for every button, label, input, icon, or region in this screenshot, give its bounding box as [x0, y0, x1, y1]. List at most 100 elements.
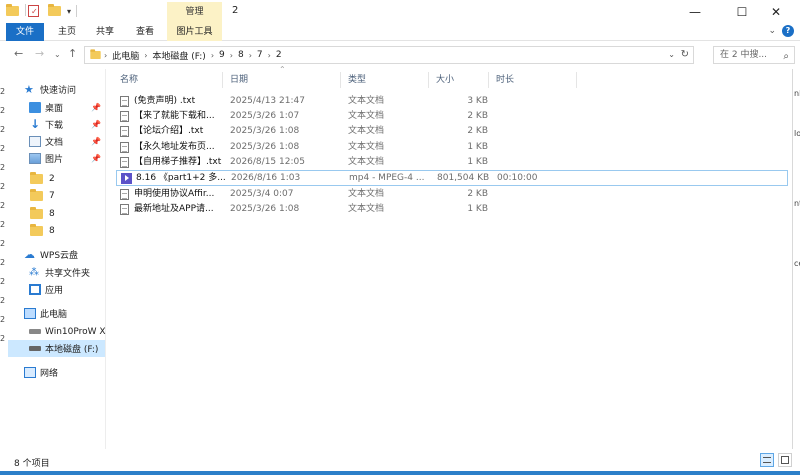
nav-item-local-disk-f[interactable]: 本地磁盘 (F:) — [8, 340, 105, 357]
tab-view[interactable]: 查看 — [130, 23, 160, 41]
tab-home[interactable]: 主页 — [52, 23, 82, 41]
navigation-pane: ★ 快速访问 桌面 📌 ↓ 下载 📌 文档 📌 图片 📌 2 7 8 8 ☁ W… — [8, 69, 106, 449]
ribbon-tabs: 文件 主页 共享 查看 图片工具 ⌄ ? — [0, 23, 800, 41]
breadcrumb-2[interactable]: 2 — [276, 50, 282, 60]
file-row[interactable]: 申明使用协议Affir... 2025/3/4 0:07 文本文档 2 KB — [116, 186, 788, 202]
tab-picture-tools[interactable]: 图片工具 — [167, 23, 222, 41]
file-row[interactable]: 【论坛介绍】.txt 2025/3/26 1:08 文本文档 2 KB — [116, 123, 788, 139]
column-header-name[interactable]: 名称 — [120, 71, 138, 89]
file-row[interactable]: 最新地址及APP请... 2025/3/26 1:08 文本文档 1 KB — [116, 201, 788, 217]
nav-item-documents[interactable]: 文档 📌 — [8, 133, 105, 150]
file-row[interactable]: (免责声明) .txt 2025/4/13 21:47 文本文档 3 KB — [116, 93, 788, 109]
text-file-icon — [120, 188, 129, 200]
recent-locations-icon[interactable]: ⌄ — [54, 50, 61, 59]
nav-item-folder-7[interactable]: 7 — [8, 187, 105, 204]
help-icon[interactable]: ? — [782, 25, 794, 37]
tab-share[interactable]: 共享 — [90, 23, 120, 41]
download-icon: ↓ — [29, 117, 41, 131]
document-icon — [29, 136, 41, 147]
properties-icon[interactable]: ✓ — [28, 5, 39, 17]
nav-item-desktop[interactable]: 桌面 📌 — [8, 99, 105, 116]
file-list: ⌃ 名称 日期 类型 大小 时长 (免责声明) .txt 2025/4/13 2… — [112, 65, 800, 449]
file-row[interactable]: 【来了就能下载和... 2025/3/26 1:07 文本文档 2 KB — [116, 108, 788, 124]
expand-ribbon-icon[interactable]: ⌄ — [768, 26, 776, 36]
pin-icon[interactable]: 📌 — [91, 137, 101, 146]
shared-folder-icon: ⁂ — [29, 267, 39, 278]
pin-icon[interactable]: 📌 — [91, 120, 101, 129]
video-file-icon — [121, 172, 132, 184]
tab-file[interactable]: 文件 — [6, 23, 44, 41]
text-file-icon — [120, 203, 129, 215]
item-count: 8 个项目 — [14, 459, 50, 469]
text-file-icon — [120, 110, 129, 122]
nav-item-folder-8b[interactable]: 8 — [8, 222, 105, 239]
details-view-icon — [763, 457, 771, 463]
breadcrumb-7[interactable]: 7 — [257, 50, 263, 60]
pin-icon[interactable]: 📌 — [91, 154, 101, 163]
large-icons-view-button[interactable] — [778, 453, 792, 467]
network-icon — [24, 367, 36, 378]
nav-quick-access[interactable]: ★ 快速访问 — [8, 81, 105, 98]
breadcrumb-this-pc[interactable]: 此电脑 — [112, 49, 139, 62]
apps-icon — [29, 284, 41, 295]
cloud-icon: ☁ — [24, 248, 35, 261]
large-icons-view-icon — [781, 456, 789, 464]
breadcrumb-drive[interactable]: 本地磁盘 (F:) — [152, 49, 205, 62]
window-title: 2 — [232, 5, 239, 16]
nav-item-shared-folder[interactable]: ⁂ 共享文件夹 — [8, 264, 105, 281]
file-row-focused[interactable]: 8.16 《part1+2 多... 2026/8/16 1:03 mp4 - … — [116, 170, 788, 186]
new-folder-icon[interactable] — [48, 4, 61, 16]
forward-button[interactable]: → — [35, 47, 44, 60]
folder-icon — [30, 206, 43, 219]
address-dropdown-icon[interactable]: ⌄ — [668, 50, 675, 59]
folder-icon — [30, 188, 43, 201]
nav-item-folder-8a[interactable]: 8 — [8, 205, 105, 222]
close-button[interactable]: ✕ — [753, 0, 799, 23]
taskbar-edge — [0, 471, 800, 475]
address-bar[interactable]: › 此电脑 › 本地磁盘 (F:) › 9 › 8 › 7 › 2 ⌄ ↻ — [84, 46, 694, 64]
text-file-icon — [120, 95, 129, 107]
details-view-button[interactable] — [760, 453, 774, 467]
up-button[interactable]: ↑ — [68, 47, 77, 60]
nav-item-apps[interactable]: 应用 — [8, 281, 105, 298]
text-file-icon — [120, 125, 129, 137]
desktop-icon — [29, 102, 41, 113]
column-header-type[interactable]: 类型 — [348, 71, 366, 89]
nav-item-pictures[interactable]: 图片 📌 — [8, 150, 105, 167]
nav-network[interactable]: 网络 — [8, 364, 105, 381]
minimize-button[interactable]: — — [672, 0, 718, 23]
quick-access-toolbar: ✓ ▾ — [6, 4, 71, 18]
star-icon: ★ — [24, 83, 34, 96]
search-placeholder: 在 2 中搜... — [720, 50, 768, 60]
pin-icon[interactable]: 📌 — [91, 103, 101, 112]
breadcrumb-8[interactable]: 8 — [238, 50, 244, 60]
folder-icon[interactable] — [6, 4, 19, 16]
text-file-icon — [120, 141, 129, 153]
drive-icon — [29, 329, 41, 334]
nav-item-folder-2[interactable]: 2 — [8, 170, 105, 187]
title-bar: ✓ ▾ 管理 2 — ☐ ✕ — [0, 0, 800, 23]
manage-tab[interactable]: 管理 — [167, 2, 222, 23]
back-button[interactable]: ← — [14, 47, 23, 60]
search-icon: ⌕ — [783, 51, 789, 62]
sort-ascending-icon: ⌃ — [279, 65, 286, 74]
refresh-icon[interactable]: ↻ — [681, 49, 689, 60]
file-row[interactable]: 【自用梯子推荐】.txt 2026/8/15 12:05 文本文档 1 KB — [116, 154, 788, 170]
breadcrumb-9[interactable]: 9 — [219, 50, 225, 60]
nav-item-downloads[interactable]: ↓ 下载 📌 — [8, 116, 105, 133]
folder-icon — [30, 171, 43, 184]
nav-item-win10-drive[interactable]: Win10ProW X — [8, 323, 106, 340]
nav-this-pc[interactable]: 此电脑 — [8, 305, 105, 322]
customize-dropdown-icon[interactable]: ▾ — [67, 7, 71, 16]
column-header-duration[interactable]: 时长 — [496, 71, 514, 89]
explorer-window: ✓ ▾ 管理 2 — ☐ ✕ 文件 主页 共享 查看 图片工具 ⌄ ? ← → … — [0, 0, 800, 475]
column-header-date[interactable]: 日期 — [230, 71, 248, 89]
search-box[interactable]: 在 2 中搜... ⌕ — [713, 46, 795, 64]
folder-icon — [90, 49, 101, 59]
file-row[interactable]: 【永久地址发布页... 2025/3/26 1:08 文本文档 1 KB — [116, 139, 788, 155]
nav-wps-cloud[interactable]: ☁ WPS云盘 — [8, 246, 105, 263]
breadcrumb-separator[interactable]: › — [104, 51, 107, 60]
address-row: ← → ⌄ ↑ › 此电脑 › 本地磁盘 (F:) › 9 › 8 › 7 › … — [0, 41, 800, 69]
computer-icon — [24, 308, 36, 319]
column-header-size[interactable]: 大小 — [436, 71, 454, 89]
